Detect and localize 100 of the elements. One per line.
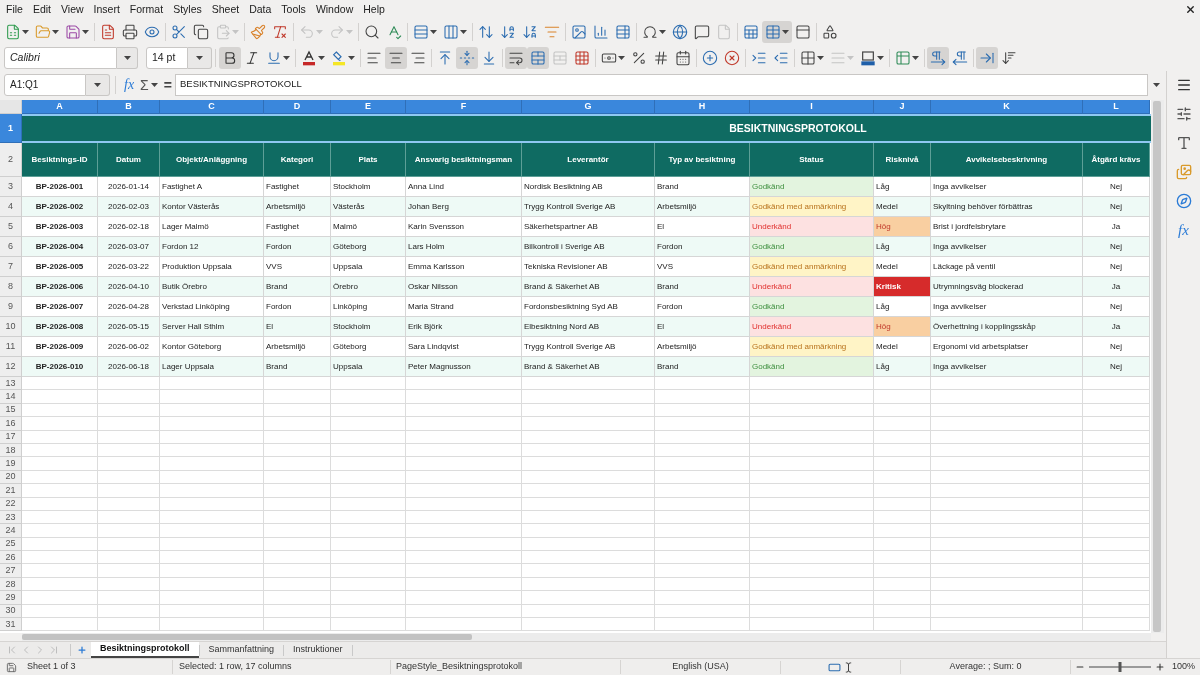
column-header[interactable]: F <box>406 100 522 114</box>
column-header[interactable]: K <box>931 100 1083 114</box>
font-name-dropdown-button[interactable] <box>117 46 138 69</box>
sheet-tab[interactable]: Instruktioner <box>284 642 352 658</box>
caret-icon <box>348 55 355 60</box>
menu-item[interactable]: Window <box>310 0 359 19</box>
menu-item[interactable]: Sheet <box>206 0 245 19</box>
menu-item[interactable]: Insert <box>88 0 125 19</box>
row-header[interactable]: 14 <box>0 390 22 404</box>
row-header[interactable]: 13 <box>0 377 22 391</box>
table-cell: 2026-04-10 <box>98 277 160 297</box>
cell-reference-dropdown-button[interactable] <box>86 73 110 96</box>
bold-button[interactable] <box>219 46 241 69</box>
zoom-in-icon[interactable] <box>1155 662 1165 672</box>
row-header[interactable]: 21 <box>0 484 22 498</box>
spreadsheet-file-icon <box>5 23 21 40</box>
row-header[interactable]: 16 <box>0 417 22 431</box>
column-header[interactable]: E <box>331 100 406 114</box>
functions-button[interactable]: fx <box>1178 222 1189 238</box>
column-header[interactable]: D <box>264 100 331 114</box>
row-header[interactable]: 4 <box>0 197 22 217</box>
zoom-slider-thumb[interactable] <box>1118 662 1122 672</box>
row-header[interactable]: 26 <box>0 551 22 565</box>
row-header[interactable]: 3 <box>0 177 22 197</box>
formula-button[interactable]: = <box>160 77 175 92</box>
caret-icon <box>1152 82 1160 87</box>
close-icon[interactable] <box>1185 4 1196 15</box>
compass-icon[interactable] <box>1175 193 1192 209</box>
column-header[interactable]: C <box>160 100 264 114</box>
menu-item[interactable]: Data <box>244 0 277 19</box>
align-middle-button[interactable] <box>456 46 478 69</box>
caret-icon <box>430 29 437 34</box>
underline-icon <box>266 49 282 66</box>
column-header[interactable]: L <box>1083 100 1150 114</box>
omega-icon <box>642 23 658 40</box>
sheet-tab[interactable]: Besiktningsprotokoll <box>91 642 199 658</box>
menu-item[interactable]: Tools <box>276 0 311 19</box>
menu-icon[interactable] <box>1175 77 1192 93</box>
horizontal-scrollbar[interactable] <box>22 633 1151 641</box>
row-header[interactable]: 1 <box>0 114 22 143</box>
font-size-dropdown-button[interactable] <box>188 46 212 69</box>
row-header[interactable]: 12 <box>0 357 22 377</box>
table-cell: Brand & Säkerhet AB <box>522 357 655 377</box>
plus-icon[interactable] <box>77 645 87 655</box>
table-cell: Ja <box>1083 277 1150 297</box>
sum-button[interactable]: Σ <box>137 77 161 92</box>
letter-t-icon[interactable] <box>1175 135 1192 151</box>
text-horizontal-button[interactable] <box>976 46 998 69</box>
zoom-percentage[interactable]: 100% <box>1172 660 1196 674</box>
table-cell: Anna Lind <box>406 177 522 197</box>
font-name-field[interactable]: Calibri <box>4 46 117 69</box>
table-cell: BP-2026-007 <box>22 297 98 317</box>
cell-reference-field[interactable]: A1:Q1 <box>4 73 86 96</box>
sliders-icon[interactable] <box>1175 106 1192 122</box>
column-header[interactable]: H <box>655 100 750 114</box>
column-heading: Objekt/Anläggning <box>160 143 264 177</box>
column-header[interactable]: J <box>874 100 931 114</box>
menu-item[interactable]: View <box>56 0 89 19</box>
row-header[interactable]: 10 <box>0 317 22 337</box>
row-header[interactable]: 31 <box>0 618 22 632</box>
table-cell: Ja <box>1083 317 1150 337</box>
document-icon <box>100 23 116 40</box>
row-header[interactable]: 19 <box>0 457 22 471</box>
row-header[interactable]: 9 <box>0 297 22 317</box>
freeze-button[interactable] <box>762 20 792 43</box>
row-header[interactable]: 8 <box>0 277 22 297</box>
row-header[interactable]: 29 <box>0 591 22 605</box>
row-header[interactable]: 27 <box>0 564 22 578</box>
align-center-button[interactable] <box>385 46 407 69</box>
copy-icon <box>193 23 209 40</box>
row-header[interactable]: 5 <box>0 217 22 237</box>
sheet-tab[interactable]: Sammanfattning <box>199 642 284 658</box>
table-cell: 2026-02-03 <box>98 197 160 217</box>
menu-item[interactable]: Format <box>124 0 169 19</box>
menu-item[interactable]: Styles <box>168 0 207 19</box>
row-header[interactable]: 11 <box>0 337 22 357</box>
images-icon[interactable] <box>1175 164 1192 180</box>
column-header[interactable]: G <box>522 100 655 114</box>
redo-arrow-icon <box>329 23 345 40</box>
left-to-right-button[interactable] <box>927 46 949 69</box>
row-header[interactable]: 7 <box>0 257 22 277</box>
column-header[interactable]: B <box>98 100 160 114</box>
function-wizard-button[interactable]: fx <box>121 77 138 92</box>
row-header[interactable]: 6 <box>0 237 22 257</box>
table-cell: Maria Strand <box>406 297 522 317</box>
column-header[interactable]: I <box>750 100 874 114</box>
caret-icon <box>460 29 467 34</box>
row-header[interactable]: 24 <box>0 524 22 538</box>
column-header[interactable]: A <box>22 100 98 114</box>
formula-input-field[interactable]: BESIKTNINGSPROTOKOLL <box>174 73 1148 96</box>
printer-icon <box>122 23 138 40</box>
selection-text: Selected: 1 row, 17 columns <box>179 661 292 672</box>
menu-item[interactable]: Edit <box>27 0 56 19</box>
row-header[interactable]: 2 <box>0 143 22 177</box>
font-size-field[interactable]: 14 pt <box>146 46 188 69</box>
menu-item[interactable]: Help <box>358 0 390 19</box>
menu-item[interactable]: File <box>1 0 28 19</box>
wrap-text-button[interactable] <box>505 46 527 69</box>
merge-center-button[interactable] <box>527 46 549 69</box>
scrollbar-thumb[interactable] <box>22 634 472 640</box>
